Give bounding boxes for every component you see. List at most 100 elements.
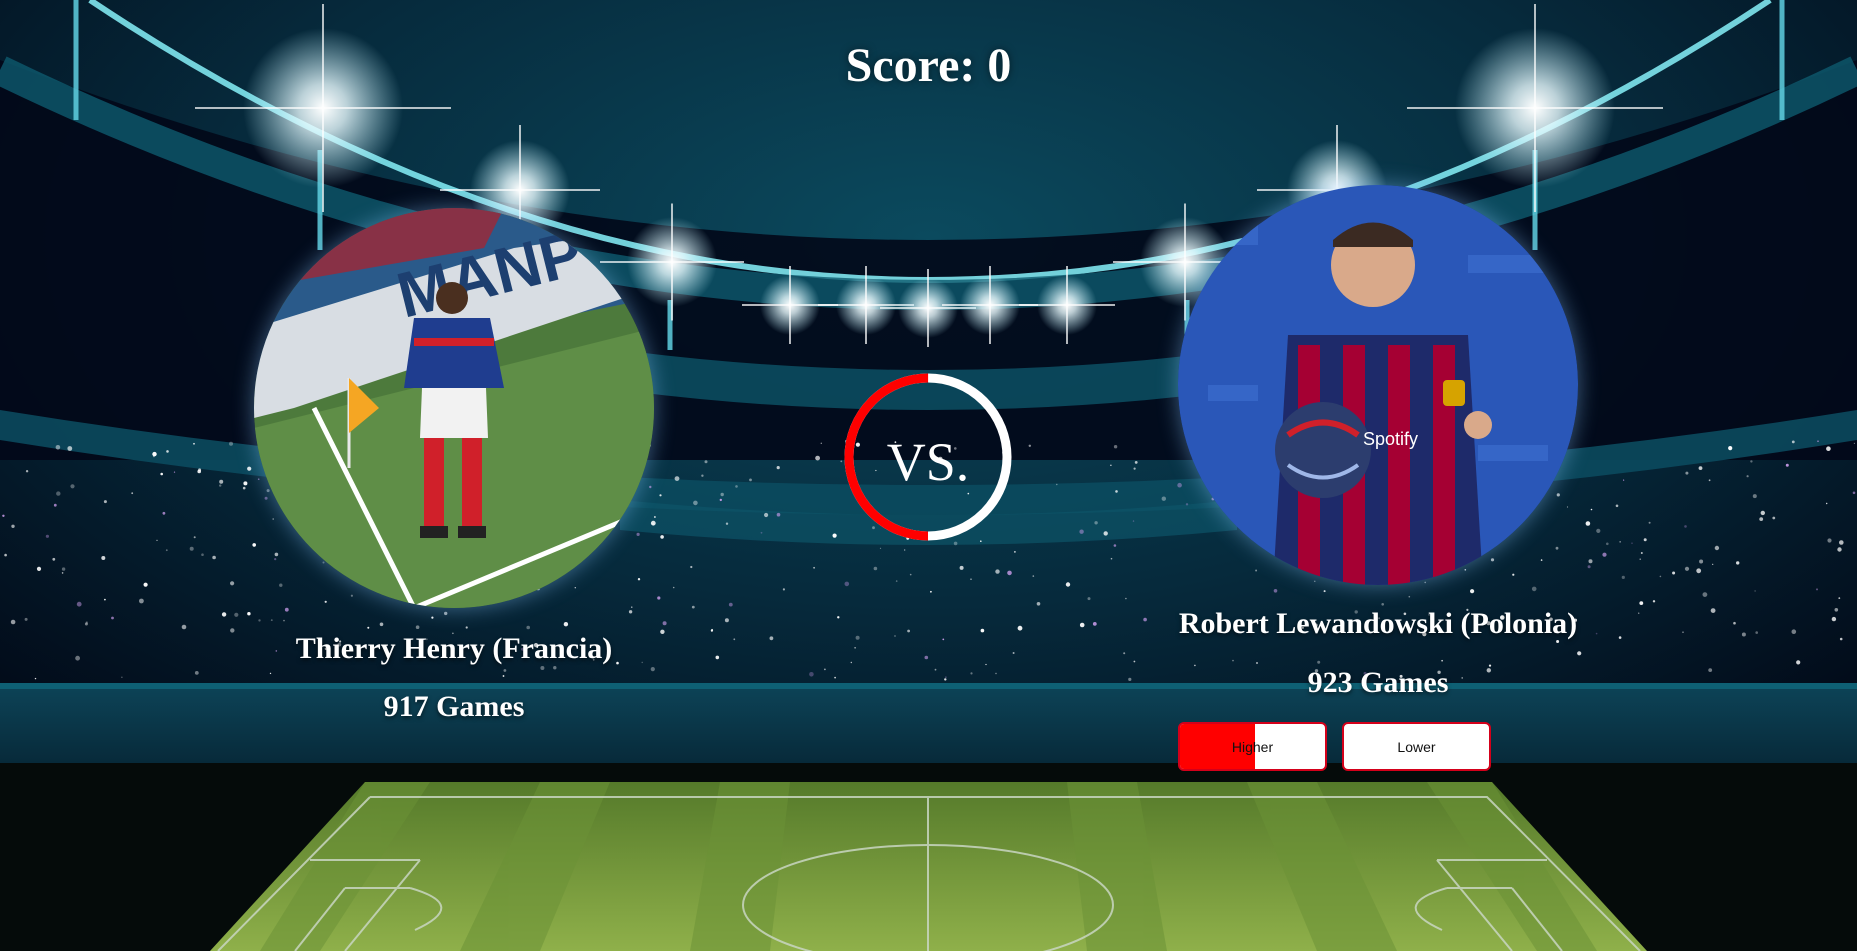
lower-button[interactable]: Lower	[1342, 722, 1491, 771]
crowd-light	[1672, 571, 1676, 575]
crowd-light	[1133, 660, 1136, 663]
crowd-light	[1733, 621, 1736, 625]
crowd-light	[219, 479, 224, 484]
crowd-light	[894, 635, 896, 637]
crowd-light	[1110, 464, 1112, 466]
crowd-light	[1621, 575, 1625, 580]
crowd-light	[693, 500, 698, 506]
crowd-light	[1817, 440, 1819, 443]
right-player-games: 923 Games	[1307, 666, 1449, 699]
crowd-light	[1232, 659, 1234, 662]
left-player-photo: MANP	[254, 208, 654, 608]
crowd-light	[574, 587, 576, 589]
crowd-light	[1113, 544, 1117, 547]
crowd-light	[160, 472, 163, 476]
crowd-light	[258, 619, 261, 622]
crowd-light	[1839, 637, 1843, 641]
crowd-light	[1602, 552, 1607, 557]
crowd-light	[895, 580, 898, 582]
player-photo-barcelona-icon: Spotify	[1178, 185, 1578, 585]
crowd-light	[1255, 569, 1258, 572]
crowd-light	[1079, 622, 1085, 628]
crowd-light	[1566, 506, 1569, 508]
crowd-light	[131, 492, 134, 495]
crowd-light	[1490, 558, 1495, 562]
crowd-light	[728, 602, 733, 607]
crowd-light	[67, 446, 73, 451]
crowd-light	[1639, 558, 1641, 560]
crowd-light	[1826, 446, 1831, 452]
crowd-light	[1796, 660, 1801, 665]
crowd-light	[1115, 490, 1118, 493]
crowd-light	[1698, 466, 1703, 470]
crowd-light	[776, 466, 780, 470]
crowd-light	[1036, 602, 1041, 606]
crowd-light	[230, 628, 235, 633]
crowd-light	[274, 552, 279, 557]
crowd-light	[1143, 617, 1147, 622]
crowd-light	[924, 655, 929, 660]
crowd-light	[760, 531, 763, 534]
crowd-light	[1618, 636, 1622, 639]
crowd-light	[710, 629, 714, 632]
crowd-light	[879, 547, 882, 549]
crowd-light	[1760, 510, 1766, 516]
crowd-light	[503, 669, 507, 672]
crowd-light	[1596, 528, 1601, 534]
crowd-light	[61, 567, 66, 571]
crowd-light	[855, 635, 860, 640]
crowd-light	[995, 672, 997, 675]
crowd-light	[654, 516, 656, 518]
crowd-light	[834, 676, 836, 679]
crowd-light	[1750, 460, 1753, 463]
crowd-light	[934, 668, 937, 671]
player-photo-france-icon: MANP	[254, 208, 654, 608]
crowd-light	[1531, 586, 1537, 592]
crowd-light	[1125, 597, 1127, 600]
crowd-light	[34, 677, 37, 680]
crowd-light	[1256, 662, 1258, 664]
crowd-light	[1708, 479, 1711, 482]
crowd-light	[945, 676, 947, 678]
crowd-light	[1710, 608, 1716, 613]
crowd-light	[1512, 573, 1515, 576]
right-player-name: Robert Lewandowski (Polonia)	[1178, 607, 1578, 640]
crowd-light	[181, 624, 187, 630]
crowd-light	[1079, 529, 1084, 534]
crowd-light	[1852, 491, 1856, 495]
crowd-light	[1816, 588, 1818, 591]
crowd-light	[1007, 570, 1012, 576]
crowd-light	[24, 617, 28, 621]
crowd-light	[322, 561, 325, 564]
crowd-light	[1577, 651, 1582, 656]
crowd-light	[1741, 632, 1746, 637]
crowd-light	[76, 601, 82, 607]
crowd-light	[662, 621, 667, 626]
crowd-light	[563, 622, 569, 627]
crowd-light	[1839, 540, 1844, 545]
crowd-light	[724, 618, 729, 623]
crowd-light	[52, 557, 56, 561]
crowd-light	[1424, 581, 1426, 584]
crowd-light	[1540, 559, 1543, 561]
right-player-photo: Spotify	[1178, 185, 1578, 585]
higher-button[interactable]: Higher	[1178, 722, 1327, 771]
crowd-light	[649, 485, 652, 489]
crowd-light	[1831, 616, 1837, 622]
crowd-light	[1103, 531, 1108, 536]
crowd-light	[4, 553, 7, 557]
crowd-light	[719, 498, 722, 502]
crowd-light	[657, 596, 661, 600]
crowd-light	[1838, 597, 1841, 599]
crowd-light	[720, 492, 724, 497]
crowd-light	[1273, 589, 1278, 593]
crowd-light	[526, 625, 530, 630]
crowd-light	[820, 442, 822, 444]
crowd-light	[10, 619, 16, 625]
crowd-light	[970, 578, 972, 580]
crowd-light	[53, 503, 57, 507]
crowd-light	[1659, 575, 1662, 578]
crowd-light	[444, 611, 448, 616]
crowd-light	[701, 474, 704, 477]
crowd-light	[367, 626, 370, 629]
